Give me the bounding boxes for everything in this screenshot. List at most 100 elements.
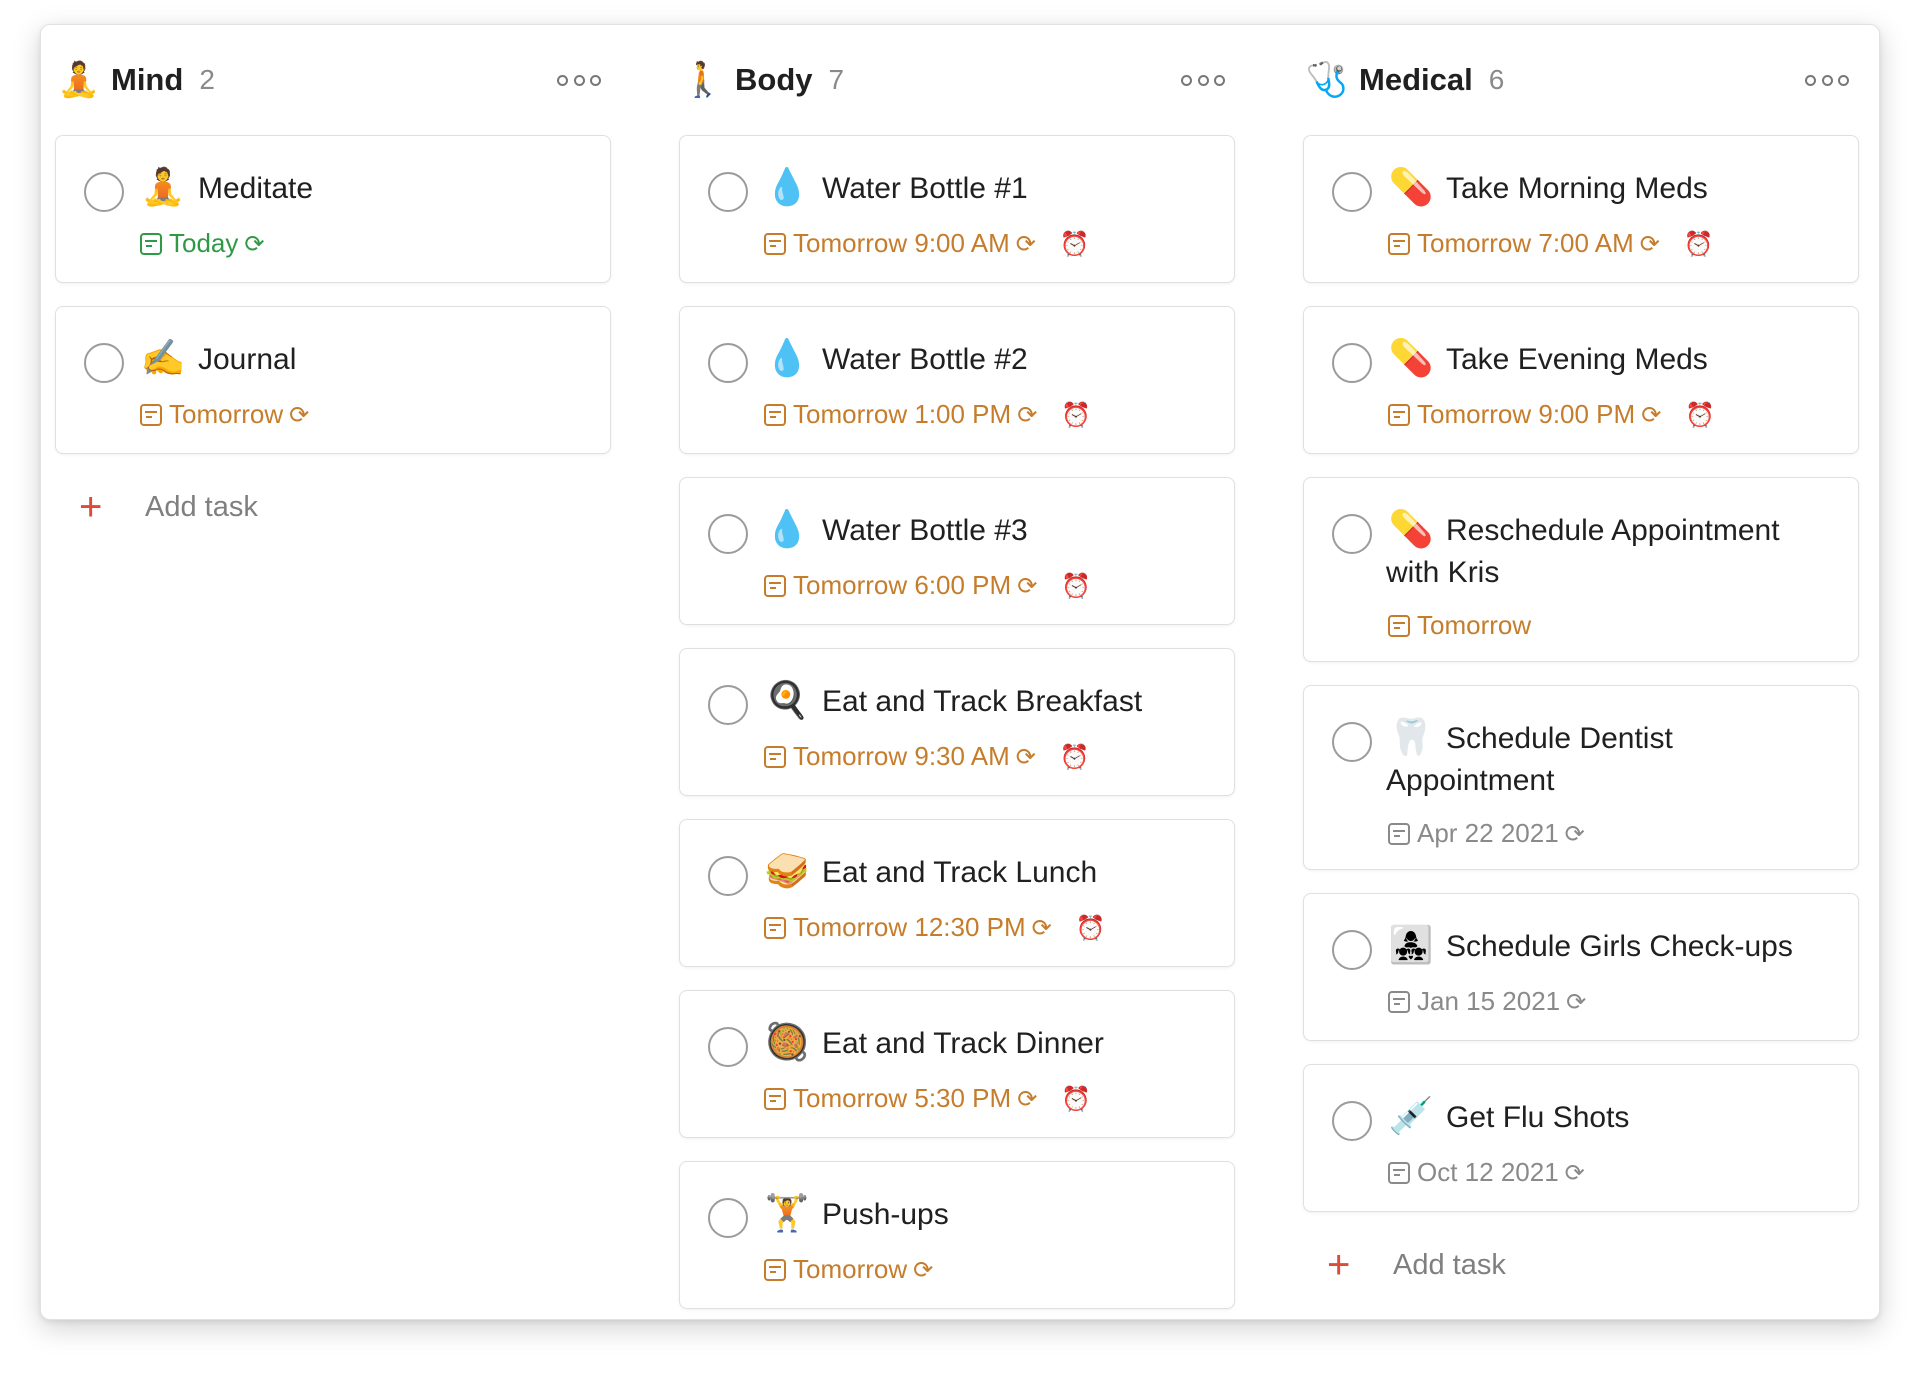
task-title[interactable]: Push-ups xyxy=(822,1194,1216,1236)
task-title[interactable]: Take Morning Meds xyxy=(1446,168,1840,210)
column-title: Mind xyxy=(111,62,184,97)
task-card[interactable]: 💉 Get Flu Shots Oct 12 2021 ⟳ xyxy=(1303,1064,1859,1212)
complete-checkbox[interactable] xyxy=(1332,514,1372,554)
task-card[interactable]: 💊 Take Morning Meds Tomorrow 7:00 AM ⟳ ⏰ xyxy=(1303,135,1859,283)
task-title[interactable]: Water Bottle #3 xyxy=(822,510,1216,552)
due-date[interactable]: Tomorrow 7:00 AM ⟳ ⏰ xyxy=(1388,228,1714,259)
task-card[interactable]: 🥪 Eat and Track Lunch Tomorrow 12:30 PM … xyxy=(679,819,1235,967)
frying-pan-egg-icon: 🍳 xyxy=(764,680,810,721)
task-card[interactable]: 💊 Reschedule Appointment with Kris Tomor… xyxy=(1303,477,1859,662)
repeat-icon: ⟳ xyxy=(1015,742,1036,771)
complete-checkbox[interactable] xyxy=(708,1027,748,1067)
alarm-clock-icon: ⏰ xyxy=(1683,229,1714,258)
due-date[interactable]: Tomorrow xyxy=(1388,610,1531,641)
task-title[interactable]: Eat and Track Breakfast xyxy=(822,681,1216,723)
task-title[interactable]: Schedule Girls Check-ups xyxy=(1446,926,1840,968)
column-title: Medical xyxy=(1359,62,1473,97)
complete-checkbox[interactable] xyxy=(708,172,748,212)
due-date[interactable]: Tomorrow ⟳ xyxy=(140,399,309,430)
repeat-icon: ⟳ xyxy=(913,1255,934,1284)
task-card[interactable]: 🥘 Eat and Track Dinner Tomorrow 5:30 PM … xyxy=(679,990,1235,1138)
task-title[interactable]: Water Bottle #1 xyxy=(822,168,1216,210)
alarm-clock-icon: ⏰ xyxy=(1685,400,1716,429)
complete-checkbox[interactable] xyxy=(708,343,748,383)
repeat-icon: ⟳ xyxy=(1641,400,1662,429)
task-title[interactable]: Get Flu Shots xyxy=(1446,1097,1840,1139)
task-card[interactable]: 👩‍👧‍👧 Schedule Girls Check-ups Jan 15 20… xyxy=(1303,893,1859,1041)
task-card[interactable]: 💧 Water Bottle #3 Tomorrow 6:00 PM ⟳ ⏰ xyxy=(679,477,1235,625)
complete-checkbox[interactable] xyxy=(708,514,748,554)
repeat-icon: ⟳ xyxy=(1564,1158,1585,1187)
due-date[interactable]: Tomorrow 9:00 PM ⟳ ⏰ xyxy=(1388,399,1715,430)
task-title[interactable]: Eat and Track Dinner xyxy=(822,1023,1216,1065)
task-title[interactable]: Take Evening Meds xyxy=(1446,339,1840,381)
plus-icon: + xyxy=(79,485,103,529)
board-view: 🧘 Mind 2 🧘 Meditate Today ⟳ ✍️ Journal T… xyxy=(40,24,1880,1320)
column-title: Body xyxy=(735,62,813,97)
due-date[interactable]: Tomorrow 12:30 PM ⟳ ⏰ xyxy=(764,912,1106,943)
task-title[interactable]: Journal xyxy=(198,339,592,381)
due-date[interactable]: Oct 12 2021 ⟳ xyxy=(1388,1157,1585,1188)
water-drop-icon: 💧 xyxy=(764,338,810,379)
task-title[interactable]: Schedule Dentist Appointment xyxy=(1386,718,1840,802)
syringe-icon: 💉 xyxy=(1388,1096,1434,1137)
complete-checkbox[interactable] xyxy=(1332,343,1372,383)
repeat-icon: ⟳ xyxy=(1639,229,1660,258)
alarm-clock-icon: ⏰ xyxy=(1059,742,1090,771)
complete-checkbox[interactable] xyxy=(708,1198,748,1238)
due-date[interactable]: Jan 15 2021 ⟳ xyxy=(1388,986,1586,1017)
due-date-label: Tomorrow 5:30 PM xyxy=(793,1083,1012,1113)
column-task-count: 2 xyxy=(199,64,215,95)
calendar-icon xyxy=(764,916,786,939)
task-card[interactable]: 🍳 Eat and Track Breakfast Tomorrow 9:30 … xyxy=(679,648,1235,796)
due-date[interactable]: Tomorrow 1:00 PM ⟳ ⏰ xyxy=(764,399,1091,430)
repeat-icon: ⟳ xyxy=(289,400,310,429)
more-horizontal-icon[interactable] xyxy=(1181,67,1225,93)
calendar-icon xyxy=(1388,232,1410,255)
task-title[interactable]: Meditate xyxy=(198,168,592,210)
calendar-icon xyxy=(1388,403,1410,426)
alarm-clock-icon: ⏰ xyxy=(1075,913,1106,942)
task-card[interactable]: 🧘 Meditate Today ⟳ xyxy=(55,135,611,283)
repeat-icon: ⟳ xyxy=(1566,987,1587,1016)
due-date-label: Tomorrow 9:30 AM xyxy=(793,741,1010,771)
calendar-icon xyxy=(1388,990,1410,1013)
task-card[interactable]: 🦷 Schedule Dentist Appointment Apr 22 20… xyxy=(1303,685,1859,870)
due-date[interactable]: Tomorrow 5:30 PM ⟳ ⏰ xyxy=(764,1083,1091,1114)
alarm-clock-icon: ⏰ xyxy=(1061,1084,1092,1113)
task-title[interactable]: Reschedule Appointment with Kris xyxy=(1386,510,1840,594)
complete-checkbox[interactable] xyxy=(1332,930,1372,970)
complete-checkbox[interactable] xyxy=(708,856,748,896)
due-date[interactable]: Tomorrow 9:00 AM ⟳ ⏰ xyxy=(764,228,1090,259)
due-date[interactable]: Tomorrow 6:00 PM ⟳ ⏰ xyxy=(764,570,1091,601)
due-date-label: Jan 15 2021 xyxy=(1417,986,1561,1016)
complete-checkbox[interactable] xyxy=(1332,172,1372,212)
complete-checkbox[interactable] xyxy=(1332,1101,1372,1141)
repeat-icon: ⟳ xyxy=(1564,819,1585,848)
calendar-icon xyxy=(140,403,162,426)
task-card[interactable]: 💧 Water Bottle #1 Tomorrow 9:00 AM ⟳ ⏰ xyxy=(679,135,1235,283)
due-date-label: Tomorrow xyxy=(793,1254,908,1284)
complete-checkbox[interactable] xyxy=(1332,722,1372,762)
complete-checkbox[interactable] xyxy=(84,343,124,383)
column-header: 🩺 Medical 6 xyxy=(1303,25,1859,135)
task-title[interactable]: Eat and Track Lunch xyxy=(822,852,1216,894)
due-date[interactable]: Today ⟳ xyxy=(140,228,265,259)
more-horizontal-icon[interactable] xyxy=(1805,67,1849,93)
add-task-button[interactable]: + Add task xyxy=(55,477,611,537)
due-date[interactable]: Tomorrow 9:30 AM ⟳ ⏰ xyxy=(764,741,1090,772)
task-card[interactable]: ✍️ Journal Tomorrow ⟳ xyxy=(55,306,611,454)
add-task-button[interactable]: + Add task xyxy=(1303,1235,1859,1295)
complete-checkbox[interactable] xyxy=(84,172,124,212)
task-title[interactable]: Water Bottle #2 xyxy=(822,339,1216,381)
column-mind: 🧘 Mind 2 🧘 Meditate Today ⟳ ✍️ Journal T… xyxy=(55,25,611,537)
task-card[interactable]: 🏋️ Push-ups Tomorrow ⟳ xyxy=(679,1161,1235,1309)
due-date[interactable]: Apr 22 2021 ⟳ xyxy=(1388,818,1585,849)
complete-checkbox[interactable] xyxy=(708,685,748,725)
task-card[interactable]: 💊 Take Evening Meds Tomorrow 9:00 PM ⟳ ⏰ xyxy=(1303,306,1859,454)
calendar-icon xyxy=(1388,822,1410,845)
due-date[interactable]: Tomorrow ⟳ xyxy=(764,1254,933,1285)
task-card[interactable]: 💧 Water Bottle #2 Tomorrow 1:00 PM ⟳ ⏰ xyxy=(679,306,1235,454)
add-task-label: Add task xyxy=(1393,1248,1506,1281)
more-horizontal-icon[interactable] xyxy=(557,67,601,93)
